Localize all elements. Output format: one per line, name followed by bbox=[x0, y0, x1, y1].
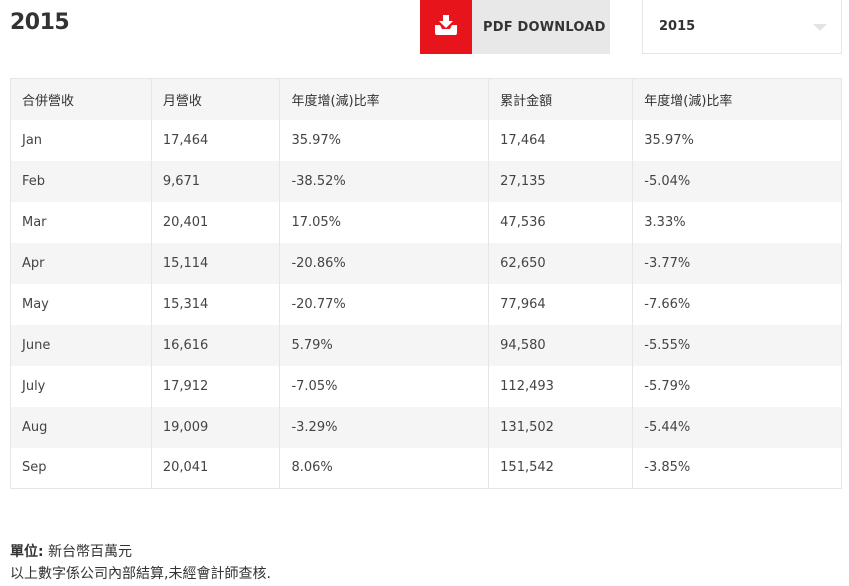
cumulative-yoy-cell: -5.55% bbox=[632, 324, 842, 366]
table-header-row: 合併營收 月營收 年度增(減)比率 累計金額 年度增(減)比率 bbox=[10, 78, 842, 120]
unit-label: 單位: bbox=[10, 544, 44, 560]
monthly-revenue-cell: 17,912 bbox=[151, 365, 281, 407]
year-select-value: 2015 bbox=[659, 19, 696, 34]
cumulative-amount-cell: 47,536 bbox=[488, 201, 634, 243]
cumulative-amount-cell: 27,135 bbox=[488, 160, 634, 202]
unit-value: 新台幣百萬元 bbox=[43, 544, 133, 560]
monthly-revenue-cell: 15,114 bbox=[151, 242, 281, 284]
download-tray-icon bbox=[433, 13, 459, 41]
yoy-change-cell: 35.97% bbox=[279, 119, 490, 161]
cumulative-amount-cell: 151,542 bbox=[488, 447, 634, 489]
cumulative-yoy-cell: -5.79% bbox=[632, 365, 842, 407]
table-row: Jan 17,464 35.97% 17,464 35.97% bbox=[10, 119, 842, 161]
table-row: Mar 20,401 17.05% 47,536 3.33% bbox=[10, 201, 842, 243]
month-cell: July bbox=[10, 365, 152, 407]
yoy-change-cell: -38.52% bbox=[279, 160, 490, 202]
month-cell: Aug bbox=[10, 406, 152, 448]
pdf-download-label: PDF DOWNLOAD bbox=[483, 19, 606, 35]
month-cell: Sep bbox=[10, 447, 152, 489]
table-row: May 15,314 -20.77% 77,964 -7.66% bbox=[10, 283, 842, 325]
cumulative-amount-cell: 112,493 bbox=[488, 365, 634, 407]
cumulative-yoy-cell: 35.97% bbox=[632, 119, 842, 161]
page-title: 2015 bbox=[10, 10, 70, 35]
table-row: Sep 20,041 8.06% 151,542 -3.85% bbox=[10, 447, 842, 489]
table-row: Aug 19,009 -3.29% 131,502 -5.44% bbox=[10, 406, 842, 448]
cumulative-yoy-cell: -5.04% bbox=[632, 160, 842, 202]
yoy-change-cell: -20.77% bbox=[279, 283, 490, 325]
month-cell: Apr bbox=[10, 242, 152, 284]
cumulative-amount-cell: 77,964 bbox=[488, 283, 634, 325]
column-header-monthly-revenue: 月營收 bbox=[151, 78, 281, 120]
audit-note: 以上數字係公司內部結算,未經會計師查核. bbox=[10, 566, 271, 582]
table-row: June 16,616 5.79% 94,580 -5.55% bbox=[10, 324, 842, 366]
yoy-change-cell: -7.05% bbox=[279, 365, 490, 407]
monthly-revenue-cell: 19,009 bbox=[151, 406, 281, 448]
cumulative-amount-cell: 17,464 bbox=[488, 119, 634, 161]
footnote: 單位: 新台幣百萬元 以上數字係公司內部結算,未經會計師查核. bbox=[10, 541, 271, 585]
cumulative-yoy-cell: -5.44% bbox=[632, 406, 842, 448]
pdf-download-button[interactable]: PDF DOWNLOAD bbox=[420, 0, 610, 54]
yoy-change-cell: 17.05% bbox=[279, 201, 490, 243]
month-cell: Jan bbox=[10, 119, 152, 161]
column-header-cumulative-yoy-change: 年度增(減)比率 bbox=[632, 78, 842, 120]
cumulative-amount-cell: 94,580 bbox=[488, 324, 634, 366]
table-row: Apr 15,114 -20.86% 62,650 -3.77% bbox=[10, 242, 842, 284]
column-header-consolidated-revenue: 合併營收 bbox=[10, 78, 152, 120]
column-header-yoy-change: 年度增(減)比率 bbox=[279, 78, 490, 120]
pdf-icon-container bbox=[420, 0, 472, 54]
cumulative-amount-cell: 131,502 bbox=[488, 406, 634, 448]
month-cell: Feb bbox=[10, 160, 152, 202]
table-row: Feb 9,671 -38.52% 27,135 -5.04% bbox=[10, 160, 842, 202]
unit-line: 單位: 新台幣百萬元 bbox=[10, 541, 271, 563]
monthly-revenue-cell: 20,041 bbox=[151, 447, 281, 489]
cumulative-yoy-cell: -7.66% bbox=[632, 283, 842, 325]
cumulative-amount-cell: 62,650 bbox=[488, 242, 634, 284]
column-header-cumulative-amount: 累計金額 bbox=[488, 78, 634, 120]
monthly-revenue-cell: 9,671 bbox=[151, 160, 281, 202]
revenue-table: 合併營收 月營收 年度增(減)比率 累計金額 年度增(減)比率 Jan 17,46… bbox=[10, 78, 842, 489]
yoy-change-cell: -3.29% bbox=[279, 406, 490, 448]
yoy-change-cell: 5.79% bbox=[279, 324, 490, 366]
monthly-revenue-cell: 16,616 bbox=[151, 324, 281, 366]
monthly-revenue-cell: 17,464 bbox=[151, 119, 281, 161]
month-cell: Mar bbox=[10, 201, 152, 243]
chevron-down-icon bbox=[813, 24, 827, 31]
year-select[interactable]: 2015 bbox=[642, 0, 842, 54]
monthly-revenue-cell: 20,401 bbox=[151, 201, 281, 243]
yoy-change-cell: 8.06% bbox=[279, 447, 490, 489]
monthly-revenue-cell: 15,314 bbox=[151, 283, 281, 325]
table-row: July 17,912 -7.05% 112,493 -5.79% bbox=[10, 365, 842, 407]
cumulative-yoy-cell: 3.33% bbox=[632, 201, 842, 243]
month-cell: June bbox=[10, 324, 152, 366]
yoy-change-cell: -20.86% bbox=[279, 242, 490, 284]
cumulative-yoy-cell: -3.77% bbox=[632, 242, 842, 284]
month-cell: May bbox=[10, 283, 152, 325]
cumulative-yoy-cell: -3.85% bbox=[632, 447, 842, 489]
